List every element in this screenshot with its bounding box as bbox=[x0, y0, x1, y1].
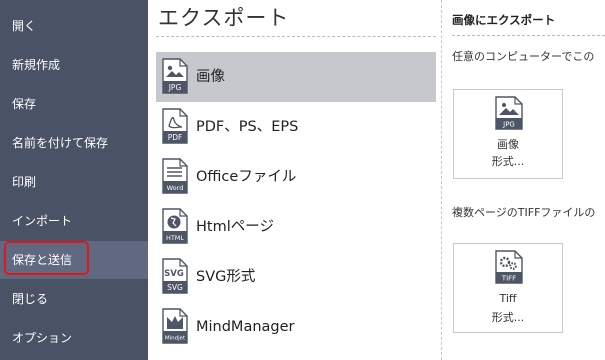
sidebar-item-print[interactable]: 印刷 bbox=[0, 163, 148, 201]
sidebar-item-open[interactable]: 開く bbox=[0, 7, 148, 45]
svg-text:HTML: HTML bbox=[166, 234, 184, 242]
card-sublabel: 形式... bbox=[491, 155, 525, 168]
sidebar-item-options[interactable]: オプション bbox=[0, 319, 148, 357]
word-file-icon: Word bbox=[162, 158, 188, 194]
svg-text:Word: Word bbox=[167, 184, 184, 192]
export-item-label: Officeファイル bbox=[196, 169, 297, 185]
sidebar-item-new[interactable]: 新規作成 bbox=[0, 46, 148, 84]
panel-description: 任意のコンピューターでこの bbox=[452, 50, 595, 63]
sidebar-item-save-and-send[interactable]: 保存と送信 bbox=[0, 241, 148, 279]
export-item-html[interactable]: HTML Htmlページ bbox=[156, 202, 436, 252]
mindjet-file-icon: Mindjet bbox=[162, 308, 188, 344]
html-file-icon: HTML bbox=[162, 208, 188, 244]
card-sublabel: 形式... bbox=[491, 311, 525, 324]
export-item-label: Htmlページ bbox=[196, 219, 274, 235]
svg-text:TIFF: TIFF bbox=[501, 275, 516, 283]
tiff-file-icon: TIFF bbox=[495, 250, 523, 284]
panel-title: 画像にエクスポート bbox=[452, 13, 556, 27]
svg-text:SVG: SVG bbox=[167, 283, 183, 292]
export-item-label: MindManager bbox=[196, 319, 295, 335]
svg-text:Mindjet: Mindjet bbox=[165, 336, 186, 342]
export-item-svg[interactable]: SVG SVG SVG形式 bbox=[156, 252, 436, 302]
panel-title-divider bbox=[452, 35, 605, 36]
pdf-file-icon: PDF bbox=[162, 108, 188, 144]
jpg-image-icon: JPG bbox=[162, 58, 188, 94]
jpg-image-icon: JPG bbox=[495, 96, 523, 130]
export-item-image[interactable]: JPG 画像 bbox=[156, 52, 436, 102]
svg-file-icon: SVG SVG bbox=[162, 258, 188, 294]
card-label: 画像 bbox=[497, 138, 519, 151]
export-item-office[interactable]: Word Officeファイル bbox=[156, 152, 436, 202]
card-label: Tiff bbox=[499, 292, 517, 305]
page-title: エクスポート bbox=[158, 6, 290, 30]
panel-description: 複数ページのTIFFファイルの bbox=[452, 206, 596, 219]
sidebar-item-save-as[interactable]: 名前を付けて保存 bbox=[0, 124, 148, 162]
image-format-button[interactable]: JPG 画像 形式... bbox=[453, 89, 563, 179]
export-item-label: 画像 bbox=[196, 69, 225, 85]
svg-text:JPG: JPG bbox=[502, 121, 515, 129]
sidebar-item-import[interactable]: インポート bbox=[0, 202, 148, 240]
export-item-mindmanager[interactable]: Mindjet MindManager bbox=[156, 302, 436, 352]
export-item-label: PDF、PS、EPS bbox=[196, 119, 299, 135]
export-item-pdf[interactable]: PDF PDF、PS、EPS bbox=[156, 102, 436, 152]
sidebar-item-save[interactable]: 保存 bbox=[0, 85, 148, 123]
export-item-label: SVG形式 bbox=[196, 269, 256, 285]
backstage-sidebar: 開く 新規作成 保存 名前を付けて保存 印刷 インポート 保存と送信 閉じる オ… bbox=[0, 0, 148, 360]
svg-text:JPG: JPG bbox=[168, 83, 182, 92]
svg-text:SVG: SVG bbox=[164, 269, 184, 279]
svg-text:PDF: PDF bbox=[168, 133, 183, 142]
sidebar-item-close[interactable]: 閉じる bbox=[0, 280, 148, 318]
title-divider bbox=[156, 36, 436, 37]
tiff-format-button[interactable]: TIFF Tiff 形式... bbox=[453, 243, 563, 333]
panel-divider bbox=[441, 0, 442, 360]
